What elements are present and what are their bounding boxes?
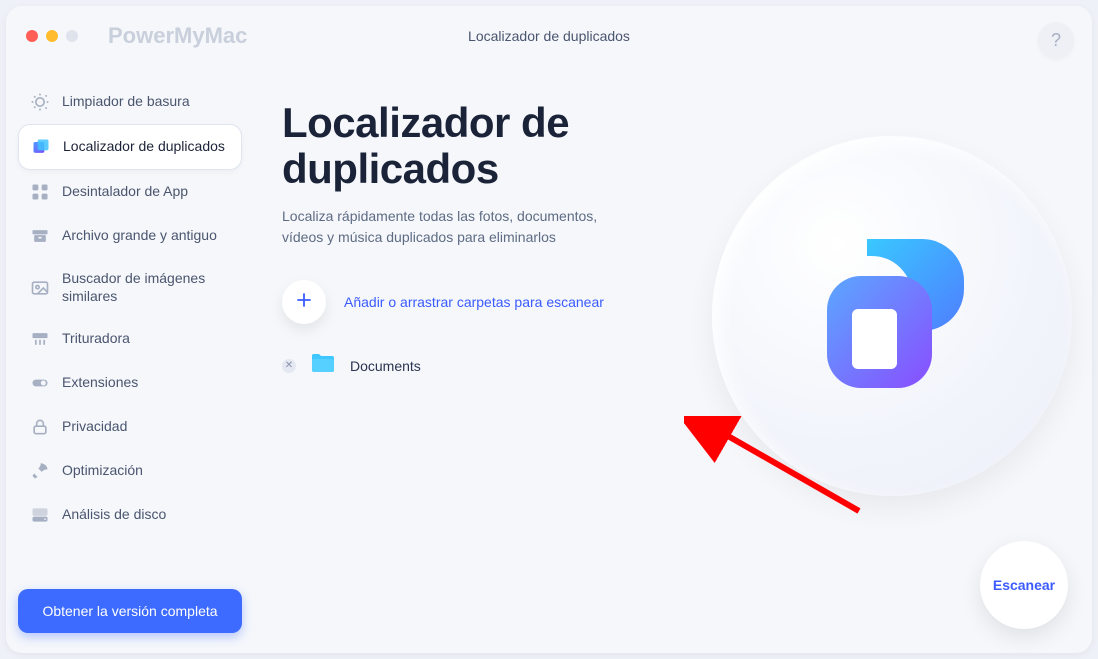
sidebar-item-large-old-files[interactable]: Archivo grande y antiguo [18,214,242,258]
sidebar-item-junk-cleaner[interactable]: Limpiador de basura [18,80,242,124]
duplicate-icon [31,137,51,157]
disk-icon [30,505,50,525]
toggle-icon [30,373,50,393]
maximize-window-button[interactable] [66,30,78,42]
sidebar-item-app-uninstaller[interactable]: Desintalador de App [18,170,242,214]
lock-icon [30,417,50,437]
add-folder-link[interactable]: Añadir o arrastrar carpetas para escanea… [344,294,604,310]
window-controls [26,30,78,42]
upgrade-button[interactable]: Obtener la versión completa [18,589,242,633]
sidebar-item-duplicate-finder[interactable]: Localizador de duplicados [18,124,242,170]
help-icon: ? [1051,30,1061,51]
sidebar-item-label: Privacidad [62,418,127,436]
sidebar-item-label: Optimización [62,462,143,480]
title-bar: PowerMyMac Localizador de duplicados ? [6,6,1092,66]
sidebar-nav: Limpiador de basura [18,80,242,579]
close-icon: ✕ [285,360,293,371]
duplicate-illustration-icon [797,221,987,411]
feature-illustration [712,136,1072,496]
scan-button-label: Escanear [993,577,1055,593]
scan-button[interactable]: Escanear [980,541,1068,629]
sidebar-item-label: Desintalador de App [62,183,188,201]
page-title: Localizador de duplicados [282,100,702,192]
sidebar-item-label: Trituradora [62,330,130,348]
main-panel: Localizador de duplicados Localiza rápid… [254,66,1092,653]
close-window-button[interactable] [26,30,38,42]
sidebar-item-label: Localizador de duplicados [63,138,225,156]
broom-icon [30,92,50,112]
sidebar-item-similar-images[interactable]: Buscador de imágenes similares [18,258,242,317]
app-window: PowerMyMac Localizador de duplicados ? L… [6,6,1092,653]
remove-folder-button[interactable]: ✕ [282,359,296,373]
sidebar: Limpiador de basura [6,66,254,653]
sidebar-item-optimization[interactable]: Optimización [18,449,242,493]
sidebar-item-label: Extensiones [62,374,138,392]
help-button[interactable]: ? [1038,22,1074,58]
sidebar-item-privacy[interactable]: Privacidad [18,405,242,449]
sidebar-item-label: Buscador de imágenes similares [62,270,230,305]
sidebar-item-extensions[interactable]: Extensiones [18,361,242,405]
folder-icon [310,352,336,379]
sidebar-item-disk-analysis[interactable]: Análisis de disco [18,493,242,537]
app-brand: PowerMyMac [108,23,247,49]
folder-name: Documents [350,358,421,374]
sidebar-item-shredder[interactable]: Trituradora [18,317,242,361]
sidebar-item-label: Archivo grande y antiguo [62,227,217,245]
rocket-icon [30,461,50,481]
image-icon [30,278,50,298]
plus-icon [295,291,313,314]
shredder-icon [30,329,50,349]
minimize-window-button[interactable] [46,30,58,42]
add-folder-button[interactable] [282,280,326,324]
grid-icon [30,182,50,202]
sidebar-item-label: Limpiador de basura [62,93,190,111]
page-description: Localiza rápidamente todas las fotos, do… [282,206,622,248]
content-area: Limpiador de basura [6,66,1092,653]
archive-icon [30,226,50,246]
sidebar-item-label: Análisis de disco [62,506,166,524]
